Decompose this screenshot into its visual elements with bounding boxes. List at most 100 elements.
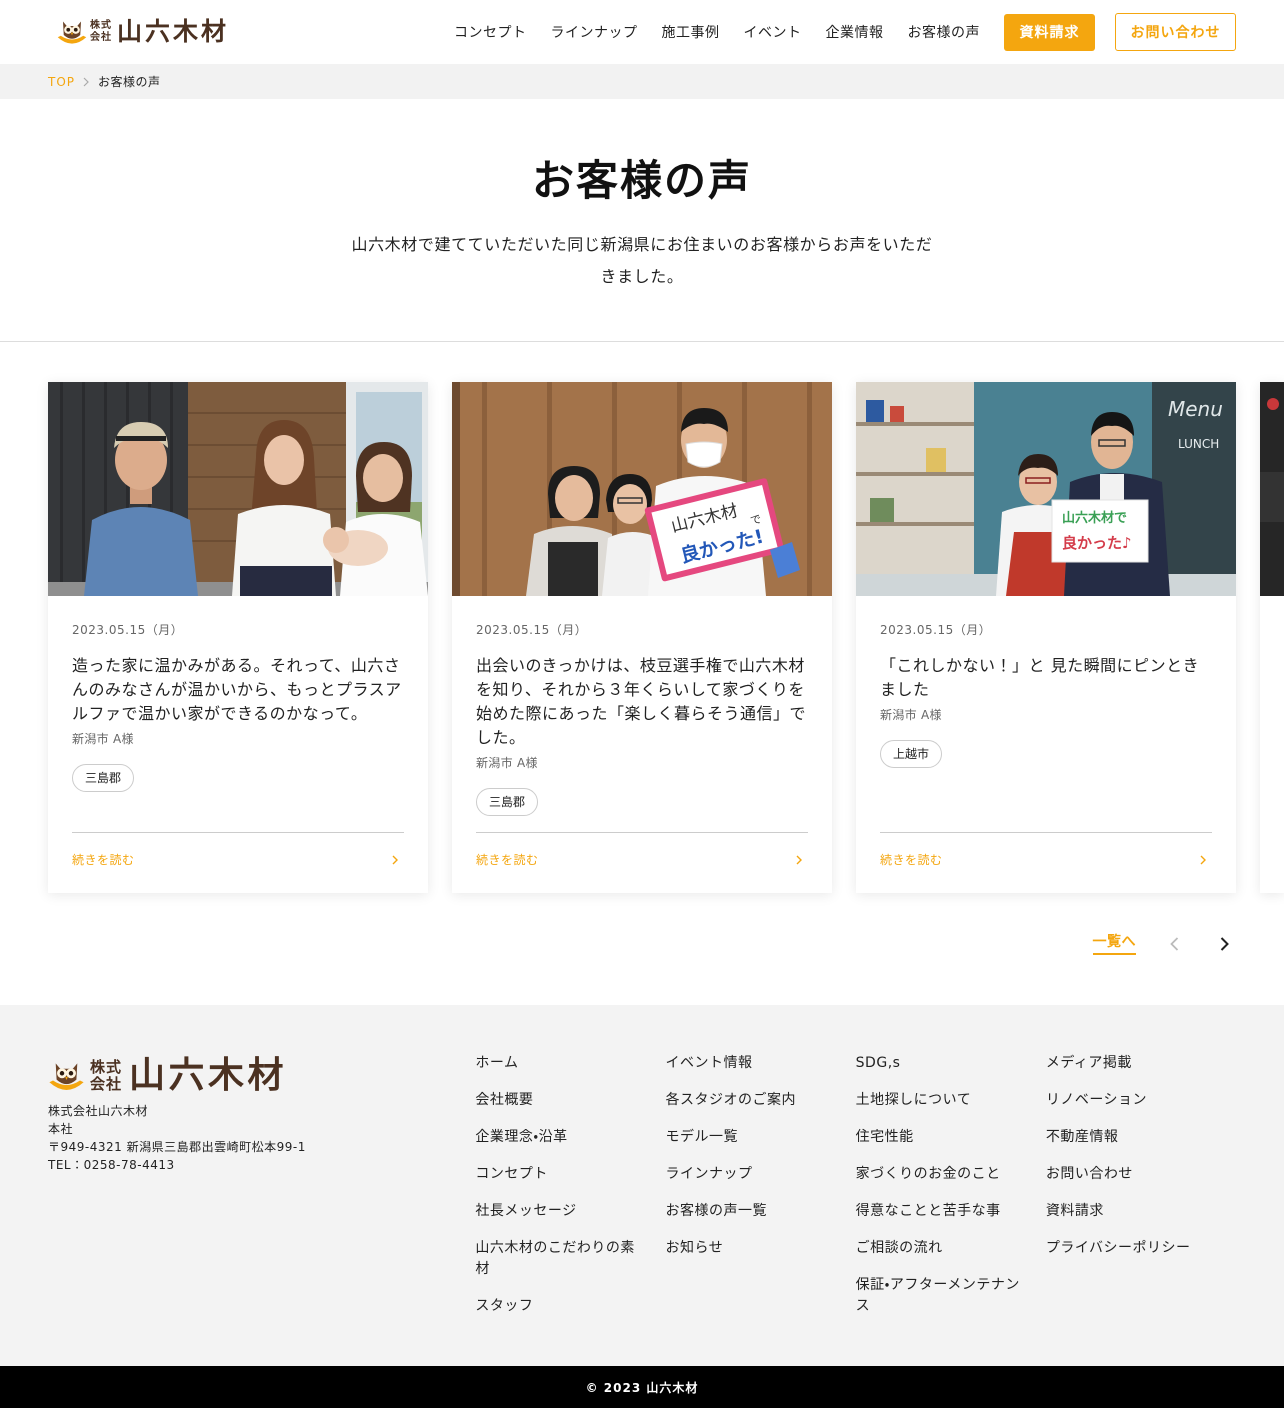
footer-link[interactable]: お問い合わせ — [1046, 1164, 1133, 1185]
card-title[interactable]: 「これしかない！」と 見た瞬間にピンときました — [880, 654, 1212, 702]
logo-name: 山六木材 — [117, 17, 230, 46]
footer-link[interactable]: 企業理念・沿革 — [475, 1127, 567, 1148]
footer-link[interactable]: 各スタジオのご案内 — [666, 1090, 797, 1111]
nav-item-concept[interactable]: コンセプト — [454, 22, 527, 42]
chevron-right-icon[interactable] — [1212, 932, 1236, 956]
card-photo[interactable] — [1260, 382, 1284, 596]
read-more-link[interactable]: 続きを読む — [880, 832, 1212, 893]
footer-nav-column: ホーム 会社概要 企業理念・沿革 コンセプト 社長メッセージ 山六木材のこだわり… — [475, 1053, 665, 1366]
read-more-label: 続きを読む — [880, 853, 943, 867]
postal-address: 〒949-4321 新潟県三島郡出雲崎町松本99-1 — [48, 1140, 306, 1154]
card-date: 2023.05.15（月） — [476, 623, 588, 637]
nav-item-company[interactable]: 企業情報 — [826, 22, 884, 42]
nav-item-event[interactable]: イベント — [744, 22, 802, 42]
breadcrumb-home-link[interactable]: TOP — [48, 75, 75, 89]
footer-link[interactable]: リノベーション — [1046, 1090, 1147, 1111]
footer-nav-column: メディア掲載 リノベーション 不動産情報 お問い合わせ 資料請求 プライバシーポ… — [1046, 1053, 1236, 1366]
footer-link[interactable]: プライバシーポリシー — [1046, 1238, 1191, 1259]
voice-card[interactable]: Menu LUNCH 山六木材で 良かった♪ 2023.05.15（月） 「これ… — [856, 382, 1236, 893]
footer-link[interactable]: お客様の声一覧 — [666, 1201, 768, 1222]
footer-link[interactable]: SDG,s — [856, 1053, 901, 1074]
area-tag[interactable]: 上越市 — [880, 740, 943, 768]
chevron-left-icon[interactable] — [1163, 932, 1187, 956]
logo-corp-bottom: 会社 — [90, 1075, 123, 1093]
site-footer: 株式 会社 山六木材 株式会社山六木材 本社 〒949-4321 新潟県三島郡出… — [0, 1005, 1284, 1366]
footer-link[interactable]: スタッフ — [475, 1296, 533, 1317]
card-title[interactable]: 出会いのきっかけは、枝豆選手権で山六木材を知り、それから３年くらいして家づくりを… — [476, 654, 808, 750]
card-date: 2023.05.15（月） — [880, 623, 992, 637]
area-tag[interactable]: 三島郡 — [476, 788, 539, 816]
read-more-link[interactable]: 続きを読む — [476, 832, 808, 893]
card-photo[interactable]: Menu LUNCH 山六木材で 良かった♪ — [856, 382, 1236, 596]
site-header: 株式 会社 山六木材 コンセプト ラインナップ 施工事例 イベント 企業情報 お… — [0, 0, 1284, 64]
page-title: お客様の声 — [531, 156, 752, 205]
card-author: 新潟市 A様 — [880, 708, 942, 722]
voice-card-peek[interactable] — [1260, 382, 1284, 893]
chevron-right-icon — [1200, 855, 1206, 865]
footer-link[interactable]: 得意なことと苦手な事 — [856, 1201, 1001, 1222]
footer-link[interactable]: 社長メッセージ — [475, 1201, 576, 1222]
nav-item-voice[interactable]: お客様の声 — [908, 22, 981, 42]
owl-icon — [57, 21, 87, 44]
footer-company-info: 株式 会社 山六木材 株式会社山六木材 本社 〒949-4321 新潟県三島郡出… — [48, 1053, 475, 1366]
footer-link[interactable]: 土地探しについて — [856, 1090, 972, 1111]
footer-nav-column: SDG,s 土地探しについて 住宅性能 家づくりのお金のこと 得意なことと苦手な… — [856, 1053, 1046, 1366]
voice-card[interactable]: 2023.05.15（月） 造った家に温かみがある。それって、山六さんのみなさん… — [48, 382, 428, 893]
breadcrumb-current: お客様の声 — [98, 75, 161, 89]
nav-item-lineup[interactable]: ラインナップ — [551, 22, 638, 42]
card-body: 2023.05.15（月） 「これしかない！」と 見た瞬間にピンときました 新潟… — [856, 596, 1236, 832]
site-logo[interactable]: 株式 会社 山六木材 — [57, 17, 229, 47]
read-more-label: 続きを読む — [476, 853, 539, 867]
card-body: 2023.05.15（月） 造った家に温かみがある。それって、山六さんのみなさん… — [48, 596, 428, 832]
page-lead: 山六木材で建てていただいた同じ新潟県にお住まいのお客様からお声をいただきました。 — [351, 235, 933, 286]
card-author: 新潟市 A様 — [72, 732, 134, 746]
contact-button[interactable]: お問い合わせ — [1115, 13, 1236, 51]
photo-board-text: Menu — [1168, 397, 1223, 421]
global-nav: コンセプト ラインナップ 施工事例 イベント 企業情報 お客様の声 資料請求 お… — [454, 13, 1236, 51]
voice-card-slider: 2023.05.15（月） 造った家に温かみがある。それって、山六さんのみなさん… — [0, 382, 1284, 893]
footer-link[interactable]: 家づくりのお金のこと — [856, 1164, 1001, 1185]
footer-link[interactable]: 住宅性能 — [856, 1127, 914, 1148]
voices-section: 2023.05.15（月） 造った家に温かみがある。それって、山六さんのみなさん… — [0, 342, 1284, 1005]
footer-link[interactable]: お知らせ — [666, 1238, 724, 1259]
read-more-link[interactable]: 続きを読む — [72, 832, 404, 893]
footer-logo[interactable]: 株式 会社 山六木材 — [48, 1058, 475, 1094]
copyright-text: © 2023 山六木材 — [585, 1380, 699, 1395]
voice-card[interactable]: 山六木材 で 良かった! 2023.05.15（月） 出会いのきっかけは、枝豆選… — [452, 382, 832, 893]
owl-icon — [49, 1063, 84, 1090]
footer-link[interactable]: ラインナップ — [666, 1164, 753, 1185]
photo-board-text: LUNCH — [1178, 437, 1219, 451]
footer-link[interactable]: モデル一覧 — [666, 1127, 739, 1148]
logo-name: 山六木材 — [129, 1055, 288, 1096]
card-photo[interactable] — [48, 382, 428, 596]
read-more-label: 続きを読む — [72, 853, 135, 867]
logo-corp-mark: 株式 会社 — [90, 1059, 122, 1093]
footer-link[interactable]: メディア掲載 — [1046, 1053, 1132, 1074]
footer-link[interactable]: 資料請求 — [1046, 1201, 1104, 1222]
footer-link[interactable]: ホーム — [475, 1053, 518, 1074]
footer-link[interactable]: コンセプト — [475, 1164, 548, 1185]
area-tag[interactable]: 三島郡 — [72, 764, 135, 792]
office-label: 本社 — [48, 1122, 74, 1136]
nav-item-works[interactable]: 施工事例 — [662, 22, 720, 42]
logo-corp-mark: 株式 会社 — [90, 20, 112, 44]
photo-sign-text: 山六木材で — [1062, 510, 1127, 526]
request-materials-button[interactable]: 資料請求 — [1004, 13, 1095, 51]
card-title[interactable]: 造った家に温かみがある。それって、山六さんのみなさんが温かいから、もっとプラスア… — [72, 654, 404, 726]
page-hero: お客様の声 山六木材で建てていただいた同じ新潟県にお住まいのお客様からお声をいた… — [0, 99, 1284, 342]
voice-list-link[interactable]: 一覧へ — [1092, 933, 1136, 955]
photo-sign-text: 良かった♪ — [1062, 534, 1132, 552]
card-author: 新潟市 A様 — [476, 756, 538, 770]
chevron-right-icon — [796, 855, 802, 865]
footer-link[interactable]: ご相談の流れ — [856, 1238, 943, 1259]
logo-corp-top: 株式 — [90, 20, 112, 31]
footer-link[interactable]: 保証・アフターメンテナンス — [856, 1275, 1022, 1317]
card-photo[interactable]: 山六木材 で 良かった! — [452, 382, 832, 596]
footer-link[interactable]: 山六木材のこだわりの素材 — [475, 1238, 641, 1280]
breadcrumb: TOP お客様の声 — [0, 64, 1284, 99]
footer-link[interactable]: 不動産情報 — [1046, 1127, 1119, 1148]
logo-corp-bottom: 会社 — [90, 32, 112, 43]
card-date: 2023.05.15（月） — [72, 623, 184, 637]
footer-link[interactable]: イベント情報 — [666, 1053, 753, 1074]
footer-link[interactable]: 会社概要 — [475, 1090, 533, 1111]
